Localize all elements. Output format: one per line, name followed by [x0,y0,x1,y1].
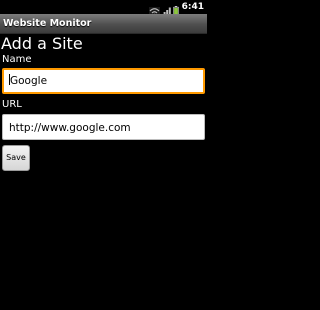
url-label: URL [2,99,22,110]
url-field[interactable]: http://www.google.com [2,114,205,140]
title-bar: Website Monitor [0,14,207,34]
url-field-value: http://www.google.com [9,122,131,134]
app-title: Website Monitor [3,18,92,29]
save-button[interactable]: Save [2,145,30,171]
page-heading: Add a Site [1,34,83,53]
name-label: Name [2,54,32,65]
name-field-value: Google [10,75,48,87]
status-clock: 6:41 [181,2,204,12]
name-field[interactable]: Google [2,68,205,94]
screen: 6:41 Website Monitor Add a Site Name Goo… [0,0,207,310]
status-bar: 6:41 [0,0,207,18]
